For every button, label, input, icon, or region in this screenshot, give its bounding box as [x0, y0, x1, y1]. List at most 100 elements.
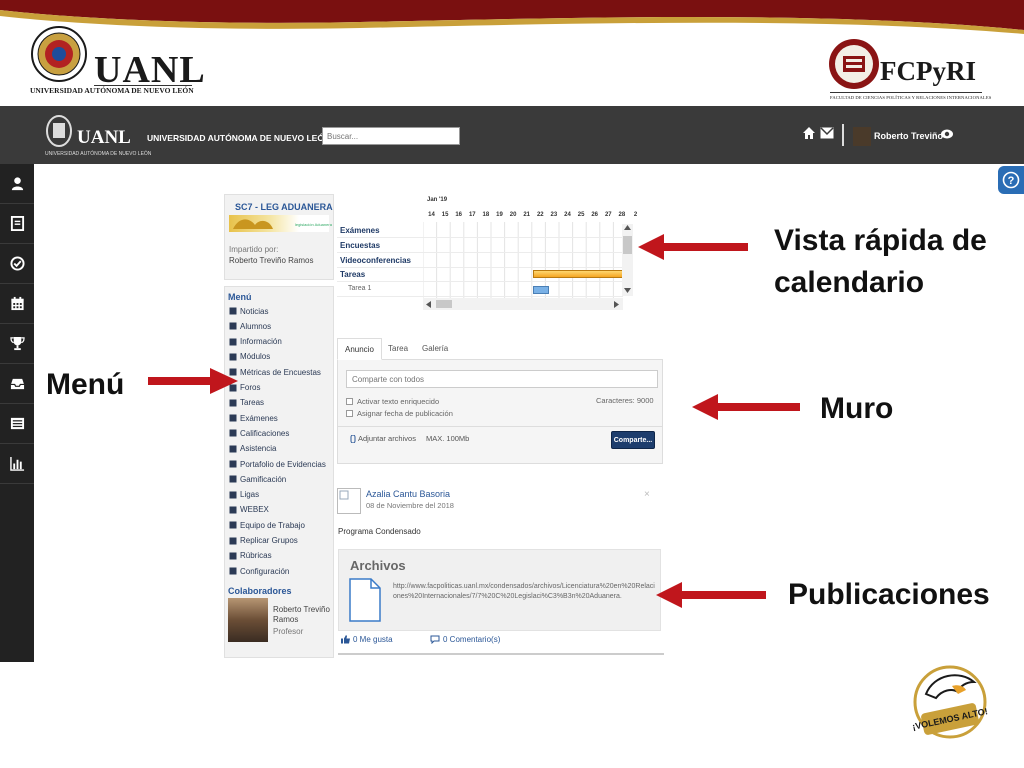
scroll-up-icon[interactable] — [624, 225, 631, 230]
rich-text-checkbox-box[interactable] — [346, 397, 353, 405]
attendance-icon — [228, 444, 237, 453]
menu-item-noticias[interactable]: Noticias — [228, 304, 268, 318]
tab-anuncio[interactable]: Anuncio — [337, 338, 382, 360]
menu-item-label: Replicar Grupos — [240, 536, 298, 545]
publish-date-checkbox-box[interactable] — [346, 409, 353, 417]
menu-item-configuracion[interactable]: Configuración — [228, 564, 289, 578]
paperclip-icon — [350, 434, 356, 444]
menu-item-equipo-de-trabajo[interactable]: Equipo de Trabajo — [228, 518, 305, 532]
bar-chart-icon — [9, 456, 24, 471]
notebook-icon — [10, 216, 24, 231]
publish-date-checkbox[interactable]: Asignar fecha de publicación — [346, 408, 506, 418]
menu-item-metricas-de-encuestas[interactable]: Métricas de Encuestas — [228, 365, 321, 379]
file-icon[interactable] — [349, 578, 381, 622]
menu-item-modulos[interactable]: Módulos — [228, 350, 270, 364]
tab-galeria[interactable]: Galería — [415, 338, 455, 360]
user-icon — [11, 177, 23, 191]
comment-icon — [430, 635, 440, 644]
close-icon[interactable]: × — [644, 489, 650, 500]
calendar-vertical-scrollbar[interactable] — [622, 224, 633, 296]
calendar-vertical-scroll-thumb[interactable] — [623, 236, 632, 254]
menu-item-ligas[interactable]: Ligas — [228, 488, 259, 502]
app-topbar: UANL UNIVERSIDAD AUTÓNOMA DE NUEVO LEÓN … — [0, 106, 1024, 164]
menu-item-label: Exámenes — [240, 413, 278, 423]
uanl-seal-icon — [31, 26, 87, 82]
post-date: 08 de Noviembre del 2018 — [366, 501, 454, 510]
scroll-left-icon[interactable] — [426, 301, 431, 308]
scroll-down-icon[interactable] — [624, 288, 631, 293]
menu-item-portafolio-de-evidencias[interactable]: Portafolio de Evidencias — [228, 457, 326, 471]
sidebar-item-list[interactable] — [0, 404, 34, 444]
fcpyri-rule — [830, 92, 982, 93]
sidebar-item-stats[interactable] — [0, 444, 34, 484]
calendar-icon — [10, 296, 24, 311]
menu-item-alumnos[interactable]: Alumnos — [228, 319, 271, 333]
share-button[interactable]: Comparte... — [611, 431, 655, 449]
home-icon[interactable] — [802, 126, 816, 140]
menu-item-examenes[interactable]: Exámenes — [228, 411, 278, 425]
sidebar-item-trophy[interactable] — [0, 324, 34, 364]
menu-item-calificaciones[interactable]: Calificaciones — [228, 426, 289, 440]
uanl-logo: UANL UNIVERSIDAD AUTÓNOMA DE NUEVO LEÓN — [30, 26, 205, 100]
collaborator-name[interactable]: Roberto Treviño Ramos — [273, 605, 333, 625]
rich-text-checkbox[interactable]: Activar texto enriquecido — [346, 396, 506, 406]
menu-item-asistencia[interactable]: Asistencia — [228, 442, 276, 456]
tab-tarea[interactable]: Tarea — [381, 338, 415, 360]
eye-icon[interactable] — [940, 128, 954, 140]
comment-button[interactable]: 0 Comentario(s) — [430, 635, 500, 644]
share-input[interactable] — [346, 370, 658, 388]
search-input[interactable] — [322, 127, 460, 145]
mail-icon[interactable] — [820, 127, 834, 139]
post-author[interactable]: Azalia Cantu Basoria — [366, 489, 450, 499]
calendar-day: 16 — [455, 212, 463, 218]
post-text: Programa Condensado — [338, 527, 421, 536]
menu-item-label: Rúbricas — [240, 551, 272, 561]
portfolio-icon — [228, 460, 237, 469]
calendar-day: 25 — [577, 212, 585, 218]
menu-item-rubricas[interactable]: Rúbricas — [228, 549, 272, 563]
user-avatar[interactable] — [853, 127, 871, 146]
broken-image-icon — [339, 490, 349, 500]
calendar-day: 28 — [618, 212, 626, 218]
collaborators-title: Colaboradores — [228, 586, 292, 596]
attach-files-link[interactable]: Adjuntar archivos — [350, 434, 416, 444]
sidebar-item-profile[interactable] — [0, 164, 34, 204]
like-button[interactable]: 0 Me gusta — [341, 635, 393, 644]
menu-item-informacion[interactable]: Información — [228, 335, 282, 349]
calendar-quick-view: Jan '19 14 15 16 17 18 19 20 21 22 23 24 25 26 27 28 2 … — [337, 194, 637, 314]
scroll-right-icon[interactable] — [614, 301, 619, 308]
task-bar[interactable] — [533, 270, 623, 278]
user-name[interactable]: Roberto Treviño — [874, 131, 943, 141]
sidebar-item-tasks[interactable] — [0, 244, 34, 284]
course-title[interactable]: SC7 - LEG ADUANERA — [235, 202, 333, 212]
arrow-menu-icon — [148, 368, 238, 394]
menu-item-label: Módulos — [240, 352, 271, 362]
help-button[interactable]: ? — [998, 166, 1024, 194]
file-link[interactable]: http://www.facpoliticas.uanl.mx/condensa… — [393, 582, 655, 602]
taught-by-label: Impartido por: — [229, 245, 279, 254]
webex-icon — [228, 505, 237, 514]
menu-item-label: Ligas — [240, 490, 260, 500]
calendar-row-divider — [337, 237, 623, 238]
calendar-day: 23 — [550, 212, 558, 218]
calendar-day: 15 — [441, 212, 449, 218]
menu-item-label: Tareas — [240, 398, 265, 408]
sidebar-item-calendar[interactable] — [0, 284, 34, 324]
chars-label: Caracteres: — [596, 396, 635, 405]
menu-item-tareas[interactable]: Tareas — [228, 396, 264, 410]
trophy-icon — [9, 336, 25, 351]
calendar-row-divider — [337, 251, 623, 253]
sidebar-item-inbox[interactable] — [0, 364, 34, 404]
sidebar-item-notebook[interactable] — [0, 204, 34, 244]
uanl-subtitle: UNIVERSIDAD AUTÓNOMA DE NUEVO LEÓN — [30, 86, 194, 95]
calendar-horizontal-scrollbar[interactable] — [423, 298, 623, 310]
task-1-bar[interactable] — [533, 286, 549, 294]
calendar-horizontal-scroll-thumb[interactable] — [436, 300, 452, 308]
menu-item-replicar-grupos[interactable]: Replicar Grupos — [228, 534, 298, 548]
menu-item-gamificacion[interactable]: Gamificación — [228, 472, 286, 486]
post-author-avatar[interactable] — [337, 488, 361, 514]
comments-count: 0 Comentario(s) — [443, 635, 501, 644]
topbar-title: UNIVERSIDAD AUTÓNOMA DE NUEVO LEÓN — [147, 133, 331, 143]
calendar-row-divider — [337, 266, 623, 268]
menu-item-webex[interactable]: WEBEX — [228, 503, 269, 517]
